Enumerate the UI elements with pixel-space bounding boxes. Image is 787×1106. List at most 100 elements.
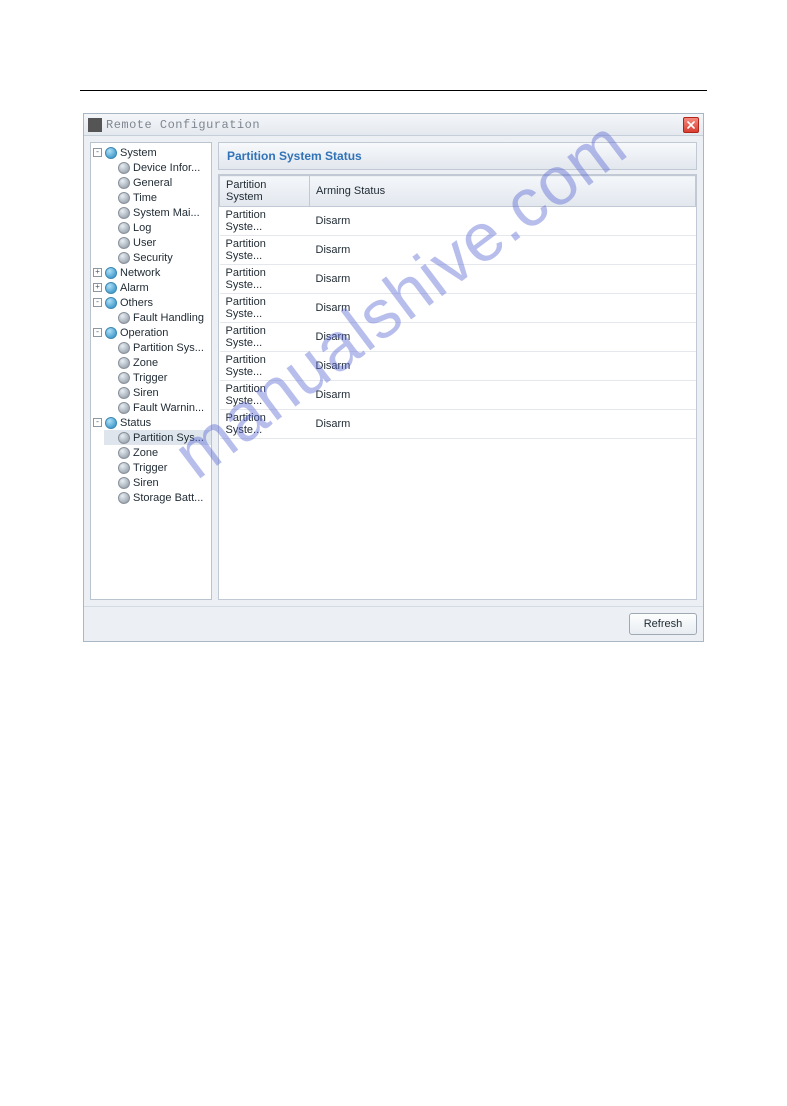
table-row[interactable]: Partition Syste...Disarm (220, 236, 696, 265)
tree-leaf[interactable]: Time (104, 190, 211, 205)
tree-leaf[interactable]: Fault Warnin... (104, 400, 211, 415)
page-rule (80, 90, 707, 91)
tree-label: Zone (133, 447, 211, 459)
cell-partition: Partition Syste... (220, 294, 310, 323)
status-table: Partition System Arming Status Partition… (218, 174, 697, 600)
cell-partition: Partition Syste... (220, 207, 310, 236)
tree-leaf[interactable]: Zone (104, 355, 211, 370)
tree-label: Zone (133, 357, 211, 369)
tree-node-status[interactable]: - Status (91, 415, 211, 430)
tree-leaf[interactable]: Fault Handling (104, 310, 211, 325)
tree-label: Status (120, 417, 211, 429)
tree-spacer (106, 223, 115, 232)
collapse-icon[interactable]: - (93, 418, 102, 427)
remote-config-window: Remote Configuration - System Device (83, 113, 704, 642)
gear-icon (118, 222, 130, 234)
tree-leaf[interactable]: Device Infor... (104, 160, 211, 175)
table-row[interactable]: Partition Syste...Disarm (220, 410, 696, 439)
tree-leaf[interactable]: System Mai... (104, 205, 211, 220)
tree-label: Time (133, 192, 211, 204)
table-row[interactable]: Partition Syste...Disarm (220, 352, 696, 381)
gear-icon (118, 207, 130, 219)
tree-label: Siren (133, 477, 211, 489)
cell-partition: Partition Syste... (220, 410, 310, 439)
tree-leaf[interactable]: Log (104, 220, 211, 235)
gear-icon (118, 237, 130, 249)
tree-leaf[interactable]: Siren (104, 475, 211, 490)
tree-label: Fault Handling (133, 312, 211, 324)
window-title: Remote Configuration (106, 118, 260, 132)
tree-node-others[interactable]: - Others (91, 295, 211, 310)
nav-tree: - System Device Infor...General Time Syste… (90, 142, 212, 600)
col-partition[interactable]: Partition System (220, 176, 310, 207)
tree-leaf[interactable]: Storage Batt... (104, 490, 211, 505)
tree-label: Others (120, 297, 211, 309)
gear-icon (118, 162, 130, 174)
gear-icon (118, 432, 130, 444)
tree-spacer (106, 358, 115, 367)
collapse-icon[interactable]: - (93, 298, 102, 307)
cell-partition: Partition Syste... (220, 352, 310, 381)
tree-leaf[interactable]: User (104, 235, 211, 250)
tree-spacer (106, 163, 115, 172)
tree-label: Siren (133, 387, 211, 399)
tree-node-operation[interactable]: - Operation (91, 325, 211, 340)
tree-leaf[interactable]: Zone (104, 445, 211, 460)
window-titlebar: Remote Configuration (84, 114, 703, 136)
gear-icon (118, 477, 130, 489)
globe-icon (105, 267, 117, 279)
cell-status: Disarm (310, 381, 696, 410)
expand-icon[interactable]: + (93, 268, 102, 277)
section-title: Partition System Status (218, 142, 697, 170)
table-header-row: Partition System Arming Status (220, 176, 696, 207)
collapse-icon[interactable]: - (93, 328, 102, 337)
table-row[interactable]: Partition Syste...Disarm (220, 207, 696, 236)
tree-spacer (106, 343, 115, 352)
tree-leaf[interactable]: Siren (104, 385, 211, 400)
globe-icon (105, 417, 117, 429)
tree-leaf[interactable]: Partition Sys... (104, 430, 211, 445)
collapse-icon[interactable]: - (93, 148, 102, 157)
gear-icon (118, 252, 130, 264)
tree-leaf[interactable]: Partition Sys... (104, 340, 211, 355)
col-status[interactable]: Arming Status (310, 176, 696, 207)
content-pane: Partition System Status Partition System… (218, 142, 697, 600)
tree-spacer (106, 253, 115, 262)
tree-spacer (106, 493, 115, 502)
expand-icon[interactable]: + (93, 283, 102, 292)
tree-node-network[interactable]: + Network (91, 265, 211, 280)
table-row[interactable]: Partition Syste...Disarm (220, 381, 696, 410)
tree-spacer (106, 238, 115, 247)
globe-icon (105, 282, 117, 294)
cell-status: Disarm (310, 207, 696, 236)
tree-node-system[interactable]: - System (91, 145, 211, 160)
tree-leaf[interactable]: General (104, 175, 211, 190)
gear-icon (118, 342, 130, 354)
tree-spacer (106, 178, 115, 187)
tree-leaf[interactable]: Security (104, 250, 211, 265)
close-icon (687, 121, 695, 129)
gear-icon (118, 177, 130, 189)
table-row[interactable]: Partition Syste...Disarm (220, 294, 696, 323)
gear-icon (118, 312, 130, 324)
tree-label: Trigger (133, 462, 211, 474)
tree-node-alarm[interactable]: + Alarm (91, 280, 211, 295)
table-row[interactable]: Partition Syste...Disarm (220, 323, 696, 352)
gear-icon (118, 462, 130, 474)
tree-label: Security (133, 252, 211, 264)
tree-leaf[interactable]: Trigger (104, 370, 211, 385)
cell-status: Disarm (310, 236, 696, 265)
gear-icon (118, 192, 130, 204)
tree-leaf[interactable]: Trigger (104, 460, 211, 475)
tree-label: Partition Sys... (133, 432, 211, 444)
table-row[interactable]: Partition Syste...Disarm (220, 265, 696, 294)
close-button[interactable] (683, 117, 699, 133)
refresh-button[interactable]: Refresh (629, 613, 697, 635)
cell-status: Disarm (310, 265, 696, 294)
tree-label: System (120, 147, 211, 159)
tree-spacer (106, 313, 115, 322)
tree-label: System Mai... (133, 207, 211, 219)
tree-spacer (106, 433, 115, 442)
gear-icon (118, 492, 130, 504)
gear-icon (118, 402, 130, 414)
